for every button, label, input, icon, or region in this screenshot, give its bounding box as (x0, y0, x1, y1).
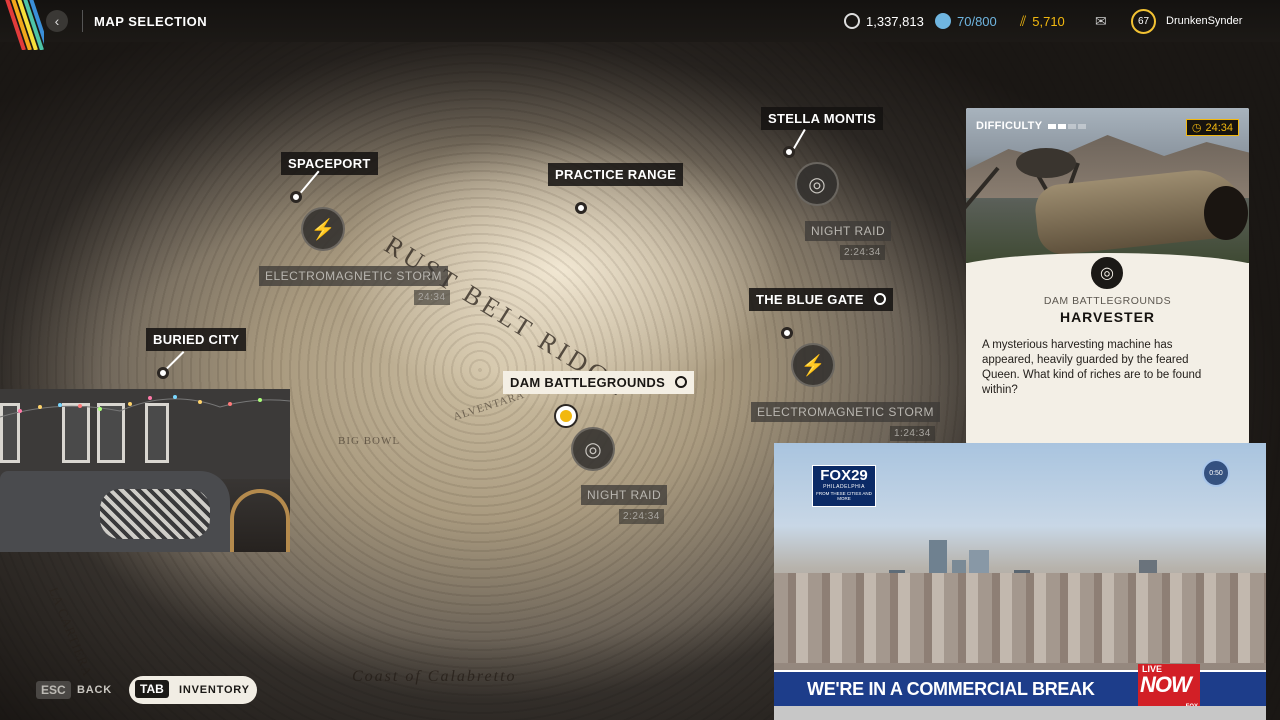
event-label-electromagnetic-storm: ELECTROMAGNETIC STORM (751, 402, 940, 422)
event-timer: 2:24:34 (840, 245, 885, 260)
fox29-logo: FOX29 PHILADELPHIA FROM THESE CITIES AND… (812, 465, 876, 507)
location-the-blue-gate[interactable]: THE BLUE GATE (749, 288, 893, 311)
location-marker-buried-city[interactable] (157, 367, 169, 379)
region-label-coast: Coast of Calabretto (352, 668, 517, 685)
divider (82, 10, 83, 32)
card-title: HARVESTER (1059, 309, 1156, 325)
difficulty-label: DIFFICULTY (976, 120, 1043, 132)
credits-display: 1,337,813 (844, 13, 924, 29)
region-label-la-cartiera: LA CARTIERA (46, 585, 96, 679)
card-subtitle: DAM BATTLEGROUNDS (1043, 295, 1172, 307)
event-label-electromagnetic-storm: ELECTROMAGNETIC STORM (259, 266, 448, 286)
news-stream-overlay: FOX29 PHILADELPHIA FROM THESE CITIES AND… (774, 443, 1266, 720)
player-level-badge: 67 (1131, 9, 1156, 34)
location-marker-the-blue-gate[interactable] (781, 327, 793, 339)
logo-stripes-icon (5, 0, 44, 50)
event-timer: 2:24:34 (619, 509, 664, 524)
region-label-big-bowl: BIG BOWL (338, 435, 401, 447)
location-spaceport[interactable]: SPACEPORT (281, 152, 378, 175)
event-timer-value: 24:34 (1205, 121, 1233, 134)
webcam-overlay (0, 389, 290, 552)
esc-key[interactable]: ESC (36, 681, 71, 699)
location-label: THE BLUE GATE (756, 292, 864, 307)
raider-tokens-display: 70/800 (935, 13, 997, 29)
location-dam-battlegrounds[interactable]: DAM BATTLEGROUNDS (503, 371, 694, 394)
lightning-icon: ⚡ (791, 343, 835, 387)
inventory-hint[interactable]: INVENTORY (179, 684, 250, 696)
difficulty-bars (1048, 123, 1087, 129)
location-marker-dam-battlegrounds[interactable] (556, 406, 576, 426)
harvester-event-icon: ◎ (1088, 254, 1126, 292)
location-marker-stella-montis[interactable] (783, 146, 795, 158)
lightning-icon: ⚡ (301, 207, 345, 251)
raider-tokens-value: 70/800 (957, 13, 997, 29)
event-info-card: DIFFICULTY ◷ 24:34 ◎ DAM BATTLEGROUNDS H… (966, 108, 1249, 444)
event-label-night-raid: NIGHT RAID (805, 221, 892, 241)
event-timer: 1:24:34 (890, 426, 935, 441)
card-description: A mysterious harvesting machine has appe… (982, 339, 1202, 396)
location-practice-range[interactable]: PRACTICE RANGE (548, 163, 684, 186)
top-bar: ‹ MAP SELECTION 1,337,813 70/800 ⫽ 5,710… (0, 0, 1280, 50)
location-stella-montis[interactable]: STELLA MONTIS (761, 107, 884, 130)
news-ticker (774, 706, 1266, 720)
night-raid-icon: ◎ (795, 162, 839, 206)
event-badge-icon (675, 376, 687, 388)
coins-display: ⫽ 5,710 (1020, 13, 1065, 30)
event-timer: 24:34 (414, 290, 450, 305)
credits-value: 1,337,813 (866, 13, 924, 29)
event-timer-badge: ◷ 24:34 (1185, 119, 1239, 136)
location-marker-spaceport[interactable] (290, 191, 302, 203)
username[interactable]: DrunkenSynder (1166, 15, 1242, 27)
credits-icon (844, 13, 860, 29)
live-now-badge: LIVE NOW FOX (1138, 664, 1200, 712)
token-icon (935, 13, 951, 29)
string-lights-icon (0, 395, 290, 418)
back-hint[interactable]: BACK (77, 684, 112, 696)
countdown-clock: 0:50 (1202, 459, 1230, 487)
page-title: MAP SELECTION (94, 14, 208, 29)
back-arrow-button[interactable]: ‹ (46, 10, 68, 32)
location-marker-practice-range[interactable] (575, 202, 587, 214)
coins-icon: ⫽ (1020, 13, 1027, 29)
mail-icon[interactable]: ✉ (1095, 13, 1107, 30)
tab-key[interactable]: TAB (135, 680, 169, 698)
location-buried-city[interactable]: BURIED CITY (146, 328, 247, 351)
event-label-night-raid: NIGHT RAID (581, 485, 668, 505)
coins-value: 5,710 (1032, 14, 1065, 29)
news-headline: WE'RE IN A COMMERCIAL BREAK (807, 679, 1095, 699)
event-badge-icon (873, 293, 886, 305)
clock-icon: ◷ (1191, 122, 1202, 134)
location-label: DAM BATTLEGROUNDS (510, 375, 666, 390)
night-raid-icon: ◎ (571, 427, 615, 471)
game-screen: RUST BELT RIDGE Coast of Calabretto LA C… (0, 0, 1280, 720)
difficulty-indicator: DIFFICULTY (976, 120, 1087, 132)
